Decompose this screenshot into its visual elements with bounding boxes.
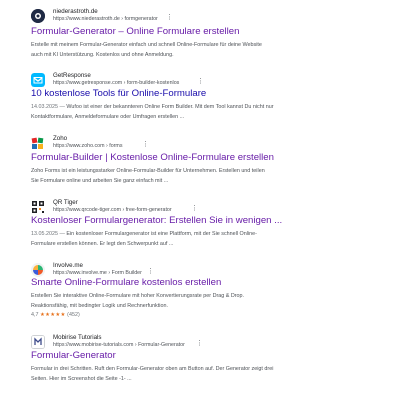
snippet-line: 13.05.2025 — Ein kostenloser Formulargen… bbox=[31, 230, 331, 240]
rating-stars-icon: ★★★★★ bbox=[40, 312, 66, 318]
snippet-line: Seiten. Hier im Screenshot die Seite -1-… bbox=[31, 375, 132, 382]
result-title-link[interactable]: Formular-Generator bbox=[31, 350, 116, 362]
more-options-icon[interactable]: ⋮ bbox=[166, 14, 173, 21]
site-url: https://www.zoho.com › forms bbox=[53, 143, 123, 149]
more-options-icon[interactable]: ⋮ bbox=[197, 78, 204, 85]
mobirise-favicon bbox=[31, 335, 45, 349]
rating-count: (452) bbox=[67, 312, 80, 318]
more-options-icon[interactable]: ⋮ bbox=[142, 141, 149, 148]
site-url: https://www.niederastroth.de › formgener… bbox=[53, 16, 158, 22]
result-snippet: Formular in drei Schritten. Ruft den For… bbox=[31, 365, 331, 384]
result-date: 14.03.2025 — bbox=[31, 104, 65, 110]
result-snippet: Erstelle mit meinem Formular-Generator e… bbox=[31, 41, 331, 60]
snippet-text: Ein kostenloser Formulargenerator ist ei… bbox=[66, 231, 257, 237]
snippet-line: Formulare erstellen können. Er legt den … bbox=[31, 240, 174, 247]
snippet-line: Formular in drei Schritten. Ruft den For… bbox=[31, 366, 274, 372]
result-rating: 4,7 ★★★★★ (452) bbox=[31, 312, 80, 318]
site-name: Involve.me bbox=[53, 262, 83, 269]
result-title-link[interactable]: Smarte Online-Formulare kostenlos erstel… bbox=[31, 277, 221, 289]
result-title-link[interactable]: Kostenloser Formulargenerator: Erstellen… bbox=[31, 215, 282, 227]
snippet-text: Wufoo ist einer der bekannteren Online F… bbox=[66, 104, 274, 110]
more-options-icon[interactable]: ⋮ bbox=[191, 205, 198, 212]
snippet-line: Zoho Forms ist ein leistungsstarker Onli… bbox=[31, 168, 265, 174]
result-snippet: Zoho Forms ist ein leistungsstarker Onli… bbox=[31, 167, 331, 186]
result-title-link[interactable]: 10 kostenlose Tools für Online-Formulare bbox=[31, 88, 206, 100]
result-title-link[interactable]: Formular-Generator – Online Formulare er… bbox=[31, 26, 239, 38]
site-name: Mobirise Tutorials bbox=[53, 334, 102, 341]
more-options-icon[interactable]: ⋮ bbox=[147, 268, 154, 275]
site-url: https://www.qrcode-tiger.com › free-form… bbox=[53, 207, 172, 213]
more-options-icon[interactable]: ⋮ bbox=[196, 340, 203, 347]
site-name: GetResponse bbox=[53, 72, 91, 79]
site-name: Zoho bbox=[53, 135, 68, 142]
site-url: https://www.mobirise-tutorials.com › For… bbox=[53, 342, 185, 348]
site-url: https://www.involve.me › Form Builder bbox=[53, 270, 142, 276]
qrtiger-favicon bbox=[31, 200, 45, 214]
result-snippet: 14.03.2025 — Wufoo ist einer der bekannt… bbox=[31, 103, 331, 122]
snippet-line: Erstelle mit meinem Formular-Generator e… bbox=[31, 42, 262, 48]
site-name: niederastroth.de bbox=[53, 8, 98, 15]
result-title-link[interactable]: Formular-Builder | Kostenlose Online-For… bbox=[31, 152, 274, 164]
getresponse-favicon bbox=[31, 73, 45, 87]
result-snippet: Erstellen Sie interaktive Online-Formula… bbox=[31, 292, 331, 311]
rating-value: 4,7 bbox=[31, 312, 39, 318]
snippet-line: Kontaktformulare, Anmeldeformulare oder … bbox=[31, 113, 185, 120]
snippet-line: 14.03.2025 — Wufoo ist einer der bekannt… bbox=[31, 103, 331, 113]
snippet-line: Sie Formulare online und arbeiten Sie ga… bbox=[31, 177, 169, 184]
involve-favicon bbox=[31, 263, 45, 277]
niederastroth-favicon bbox=[31, 9, 45, 23]
snippet-line: Erstellen Sie interaktive Online-Formula… bbox=[31, 293, 245, 299]
snippet-line: Reaktionsfähig, mit bedingter Logik und … bbox=[31, 302, 168, 309]
search-results: niederastroth.de https://www.niederastro… bbox=[0, 0, 400, 398]
snippet-line: auch mit KI Unterstützung. Kostenlos und… bbox=[31, 51, 174, 58]
zoho-favicon bbox=[31, 136, 45, 150]
site-url: https://www.getresponse.com › form-build… bbox=[53, 80, 180, 86]
result-date: 13.05.2025 — bbox=[31, 231, 65, 237]
result-snippet: 13.05.2025 — Ein kostenloser Formulargen… bbox=[31, 230, 331, 249]
site-name: QR Tiger bbox=[53, 199, 78, 206]
